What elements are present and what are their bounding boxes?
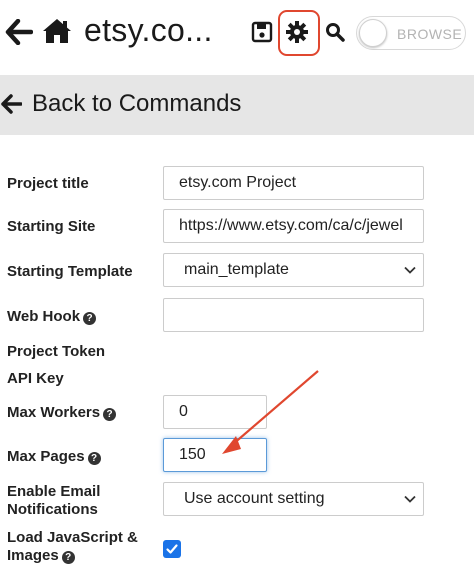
web-hook-input[interactable] bbox=[163, 298, 424, 332]
max-workers-label-text: Max Workers bbox=[7, 404, 101, 421]
email-notifications-select[interactable]: Use account setting bbox=[163, 482, 424, 516]
chevron-down-icon bbox=[404, 495, 416, 503]
max-workers-input[interactable]: 0 bbox=[163, 395, 267, 429]
max-workers-label: Max Workers? bbox=[7, 403, 117, 422]
load-js-label-line2: Images? bbox=[7, 546, 75, 565]
gear-icon[interactable] bbox=[285, 20, 309, 44]
max-pages-label-text: Max Pages bbox=[7, 448, 85, 465]
load-js-checkbox[interactable] bbox=[163, 540, 181, 558]
help-icon[interactable]: ? bbox=[87, 452, 101, 465]
starting-site-input[interactable]: https://www.etsy.com/ca/c/jewel bbox=[163, 209, 424, 243]
email-notifications-label-line2: Notifications bbox=[7, 501, 98, 518]
max-pages-label: Max Pages? bbox=[7, 447, 101, 466]
project-token-label: Project Token bbox=[7, 343, 106, 360]
back-to-commands-button[interactable]: Back to Commands bbox=[0, 75, 474, 135]
starting-template-select[interactable]: main_template bbox=[163, 253, 424, 287]
toggle-knob bbox=[359, 19, 387, 47]
load-js-label-line1: Load JavaScript & bbox=[7, 529, 138, 546]
help-icon[interactable]: ? bbox=[103, 408, 117, 421]
arrow-left-icon bbox=[0, 93, 24, 117]
project-title-input[interactable]: etsy.com Project bbox=[163, 166, 424, 200]
help-icon[interactable]: ? bbox=[61, 551, 75, 564]
load-js-label-text: Images bbox=[7, 547, 59, 564]
email-notifications-value: Use account setting bbox=[184, 490, 325, 507]
api-key-label: API Key bbox=[7, 370, 64, 387]
browse-toggle[interactable]: BROWSE bbox=[356, 16, 466, 50]
top-toolbar: etsy.co... BROWSE bbox=[0, 0, 474, 72]
back-to-commands-label: Back to Commands bbox=[32, 90, 242, 117]
toggle-label: BROWSE bbox=[397, 26, 463, 42]
starting-site-label: Starting Site bbox=[7, 218, 96, 235]
chevron-down-icon bbox=[404, 266, 416, 274]
home-icon[interactable] bbox=[42, 16, 72, 46]
arrow-left-icon[interactable] bbox=[4, 17, 34, 47]
checkmark-icon bbox=[166, 544, 178, 554]
project-title-label: Project title bbox=[7, 175, 89, 192]
page-title: etsy.co... bbox=[84, 12, 213, 48]
help-icon[interactable]: ? bbox=[83, 312, 97, 325]
starting-template-value: main_template bbox=[184, 261, 289, 278]
floppy-disk-icon[interactable] bbox=[250, 20, 274, 44]
starting-template-label: Starting Template bbox=[7, 263, 133, 280]
search-icon[interactable] bbox=[324, 21, 346, 43]
max-pages-input[interactable]: 150 bbox=[163, 438, 267, 472]
web-hook-label-text: Web Hook bbox=[7, 308, 81, 325]
web-hook-label: Web Hook? bbox=[7, 307, 97, 326]
email-notifications-label-line1: Enable Email bbox=[7, 483, 101, 500]
